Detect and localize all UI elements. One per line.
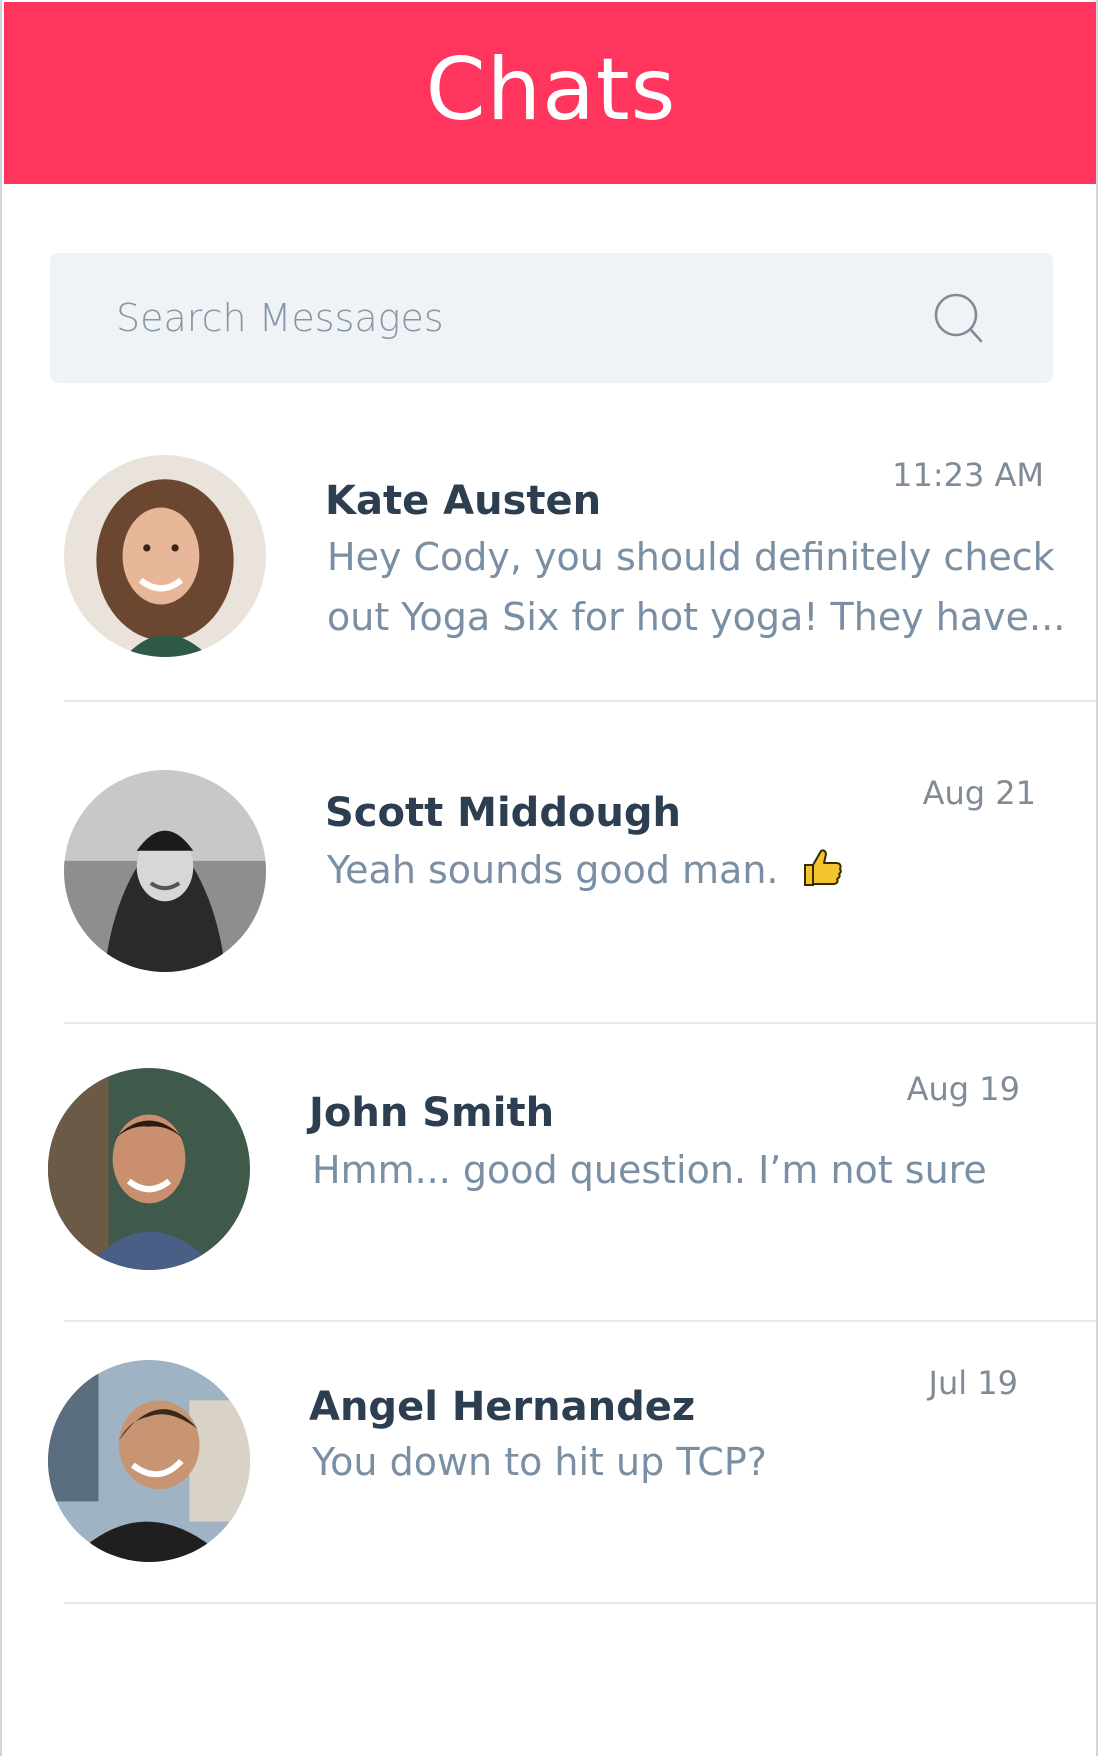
avatar — [64, 770, 266, 972]
avatar-image — [48, 1360, 250, 1562]
search-icon[interactable] — [934, 293, 984, 343]
chat-message: Yeah sounds good man. — [327, 840, 845, 900]
chat-item-john-smith[interactable]: John Smith Aug 19 Hmm... good question. … — [2, 1022, 1096, 1322]
divider — [64, 1602, 1096, 1604]
chat-name: Angel Hernandez — [309, 1384, 696, 1430]
chat-item-kate-austen[interactable]: Kate Austen 11:23 AM Hey Cody, you shoul… — [2, 440, 1096, 702]
search-bar[interactable] — [50, 253, 1053, 383]
chat-time: Jul 19 — [928, 1364, 1019, 1402]
page-title: Chats — [425, 40, 677, 140]
chat-message: You down to hit up TCP? — [312, 1440, 767, 1484]
avatar-image — [64, 770, 266, 972]
chat-time: Aug 19 — [906, 1070, 1020, 1108]
avatar-image — [64, 455, 266, 657]
avatar — [64, 455, 266, 657]
thumbs-up-icon — [803, 849, 842, 886]
app-frame: Chats Kate Austen 11:23 AM Hey Cody, you… — [0, 0, 1098, 1756]
chat-item-angel-hernandez[interactable]: Angel Hernandez Jul 19 You down to hit u… — [2, 1320, 1096, 1604]
chat-name: Scott Middough — [325, 790, 682, 836]
avatar-image — [48, 1068, 250, 1270]
chat-message: Hmm... good question. I’m not sure — [312, 1148, 987, 1192]
chat-name: John Smith — [309, 1090, 555, 1136]
chat-message-text: Yeah sounds good man. — [327, 848, 779, 892]
chat-message-line-2: out Yoga Six for hot yoga! They have... — [327, 595, 1066, 639]
chat-name: Kate Austen — [325, 478, 602, 524]
avatar — [48, 1068, 250, 1270]
chat-message-line-1: Hey Cody, you should definitely check — [327, 535, 1055, 579]
app-header: Chats — [4, 2, 1096, 184]
chat-item-scott-middough[interactable]: Scott Middough Aug 21 Yeah sounds good m… — [2, 702, 1096, 1024]
search-input[interactable] — [116, 253, 916, 383]
chat-time: Aug 21 — [922, 774, 1036, 812]
chat-time: 11:23 AM — [892, 456, 1044, 494]
avatar — [48, 1360, 250, 1562]
